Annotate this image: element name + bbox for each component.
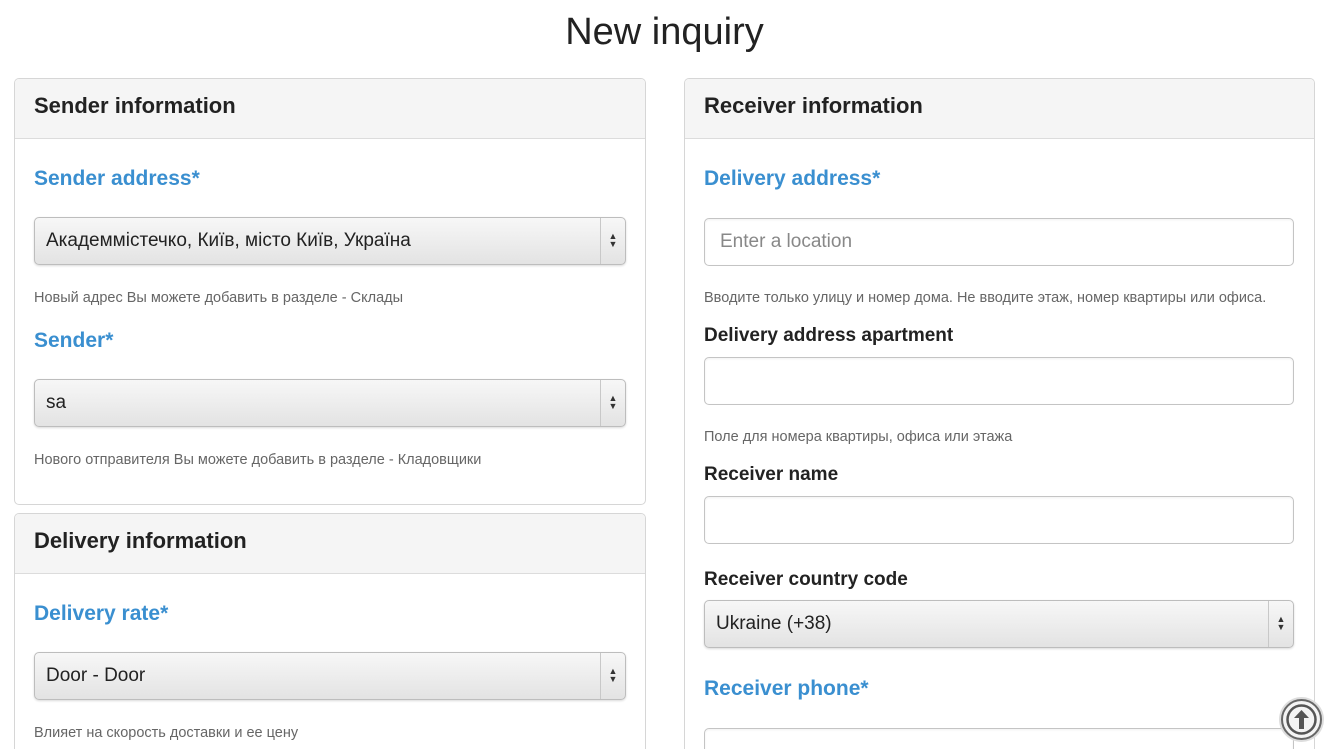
receiver-name-label: Receiver name [704, 464, 839, 485]
delivery-rate-help: Влияет на скорость доставки и ее цену [34, 725, 299, 741]
apartment-label: Delivery address apartment [704, 325, 954, 346]
receiver-phone-label: Receiver phone* [704, 677, 869, 700]
receiver-panel-title: Receiver information [685, 79, 1314, 139]
delivery-rate-label: Delivery rate* [34, 602, 169, 625]
receiver-name-input[interactable] [704, 496, 1294, 544]
delivery-rate-select[interactable]: Door - Door ▲ ▼ [34, 652, 626, 700]
delivery-address-input[interactable] [704, 218, 1294, 266]
up-down-arrows-icon: ▲ ▼ [600, 218, 625, 264]
country-code-value: Ukraine (+38) [716, 613, 832, 634]
page-title: New inquiry [565, 11, 764, 53]
sender-address-label: Sender address* [34, 167, 200, 190]
delivery-rate-value: Door - Door [46, 665, 146, 686]
sender-address-help: Новый адрес Вы можете добавить в разделе… [34, 290, 404, 306]
arrow-up-circle-icon [1286, 704, 1317, 735]
sender-label: Sender* [34, 329, 114, 352]
sender-value: sa [46, 392, 67, 413]
delivery-panel: Delivery information Delivery rate* Door… [14, 513, 646, 749]
apartment-input[interactable] [704, 357, 1294, 405]
sender-help: Нового отправителя Вы можете добавить в … [34, 452, 482, 468]
country-code-label: Receiver country code [704, 569, 908, 590]
delivery-address-label: Delivery address* [704, 167, 881, 190]
delivery-panel-title: Delivery information [15, 514, 645, 574]
up-down-arrows-icon: ▲ ▼ [600, 653, 625, 699]
scroll-top-button[interactable] [1281, 699, 1322, 740]
up-down-arrows-icon: ▲ ▼ [600, 380, 625, 426]
apartment-help: Поле для номера квартиры, офиса или этаж… [704, 429, 1013, 445]
sender-address-value: Академмістечко, Київ, місто Київ, Україн… [46, 230, 411, 251]
sender-select[interactable]: sa ▲ ▼ [34, 379, 626, 427]
country-code-select[interactable]: Ukraine (+38) ▲ ▼ [704, 600, 1294, 648]
up-down-arrows-icon: ▲ ▼ [1268, 601, 1293, 647]
delivery-address-help: Вводите только улицу и номер дома. Не вв… [704, 290, 1267, 306]
receiver-panel: Receiver information Delivery address* В… [684, 78, 1315, 749]
receiver-phone-input[interactable] [704, 728, 1294, 749]
sender-address-select[interactable]: Академмістечко, Київ, місто Київ, Україн… [34, 217, 626, 265]
sender-panel-title: Sender information [15, 79, 645, 139]
sender-panel: Sender information Sender address* Акаде… [14, 78, 646, 505]
